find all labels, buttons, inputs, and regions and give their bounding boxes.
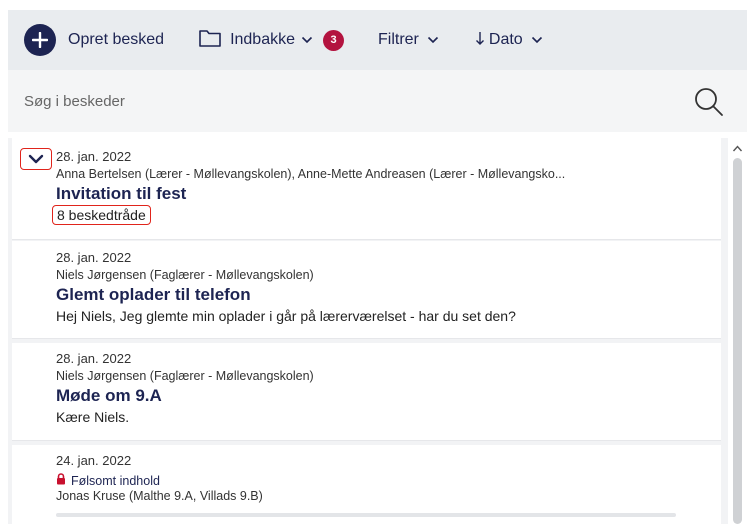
inbox-label: Indbakke [230,31,295,48]
chevron-down-icon [301,31,313,49]
arrow-down-icon [475,30,485,51]
filter-label: Filtrer [378,31,419,48]
message-senders: Jonas Kruse (Malthe 9.A, Villads 9.B) [56,489,263,503]
sensitive-content-label: Følsomt indhold [71,473,160,488]
scrollbar-thumb[interactable] [733,158,742,524]
message-list: 28. jan. 2022 Anna Bertelsen (Lærer - Mø… [8,138,728,524]
create-message-button[interactable]: Opret besked [24,10,164,70]
message-item[interactable]: 28. jan. 2022 Niels Jørgensen (Faglærer … [12,241,721,339]
folder-icon [198,28,222,53]
message-subject: Invitation til fest [56,184,187,203]
message-item[interactable]: 28. jan. 2022 Niels Jørgensen (Faglærer … [12,343,721,441]
toolbar: Opret besked Indbakke 3 Filtrer Dato [8,10,747,70]
message-date: 28. jan. 2022 [56,250,132,265]
sensitive-content-indicator: Følsomt indhold [56,473,160,488]
date-label: Dato [488,31,523,48]
lock-icon [56,473,66,488]
message-thread-item[interactable]: 28. jan. 2022 Anna Bertelsen (Lærer - Mø… [12,138,721,240]
partial-content-bar [56,513,676,517]
message-date: 28. jan. 2022 [56,351,132,366]
thread-count-label[interactable]: 8 beskedtråde [52,205,151,225]
create-message-label: Opret besked [68,31,165,48]
inbox-dropdown[interactable]: Indbakke 3 [198,10,344,70]
message-item[interactable]: 24. jan. 2022 Følsomt indhold Jonas Krus… [12,445,721,524]
chevron-down-icon [531,31,543,49]
message-senders: Niels Jørgensen (Faglærer - Møllevangsko… [56,268,314,282]
plus-icon [24,24,56,56]
message-preview: Hej Niels, Jeg glemte min oplader i går … [56,308,516,324]
expand-thread-button[interactable] [20,148,52,170]
message-date: 24. jan. 2022 [56,453,132,468]
scroll-up-arrow-icon[interactable] [732,140,743,152]
sort-date-dropdown[interactable]: Dato [475,10,543,70]
search-icon[interactable] [693,86,725,118]
message-senders: Niels Jørgensen (Faglærer - Møllevangsko… [56,369,314,383]
filter-dropdown[interactable]: Filtrer [378,10,439,70]
message-senders: Anna Bertelsen (Lærer - Møllevangskolen)… [56,167,566,181]
message-subject: Møde om 9.A [56,386,162,405]
message-subject: Glemt oplader til telefon [56,285,251,304]
chevron-down-icon [28,154,44,164]
message-date: 28. jan. 2022 [56,149,132,164]
search-bar [8,70,747,132]
search-input[interactable] [22,84,662,118]
list-scrollbar[interactable] [728,138,747,524]
unread-count-badge: 3 [323,29,344,51]
chevron-down-icon [427,31,439,49]
message-preview: Kære Niels. [56,409,130,425]
